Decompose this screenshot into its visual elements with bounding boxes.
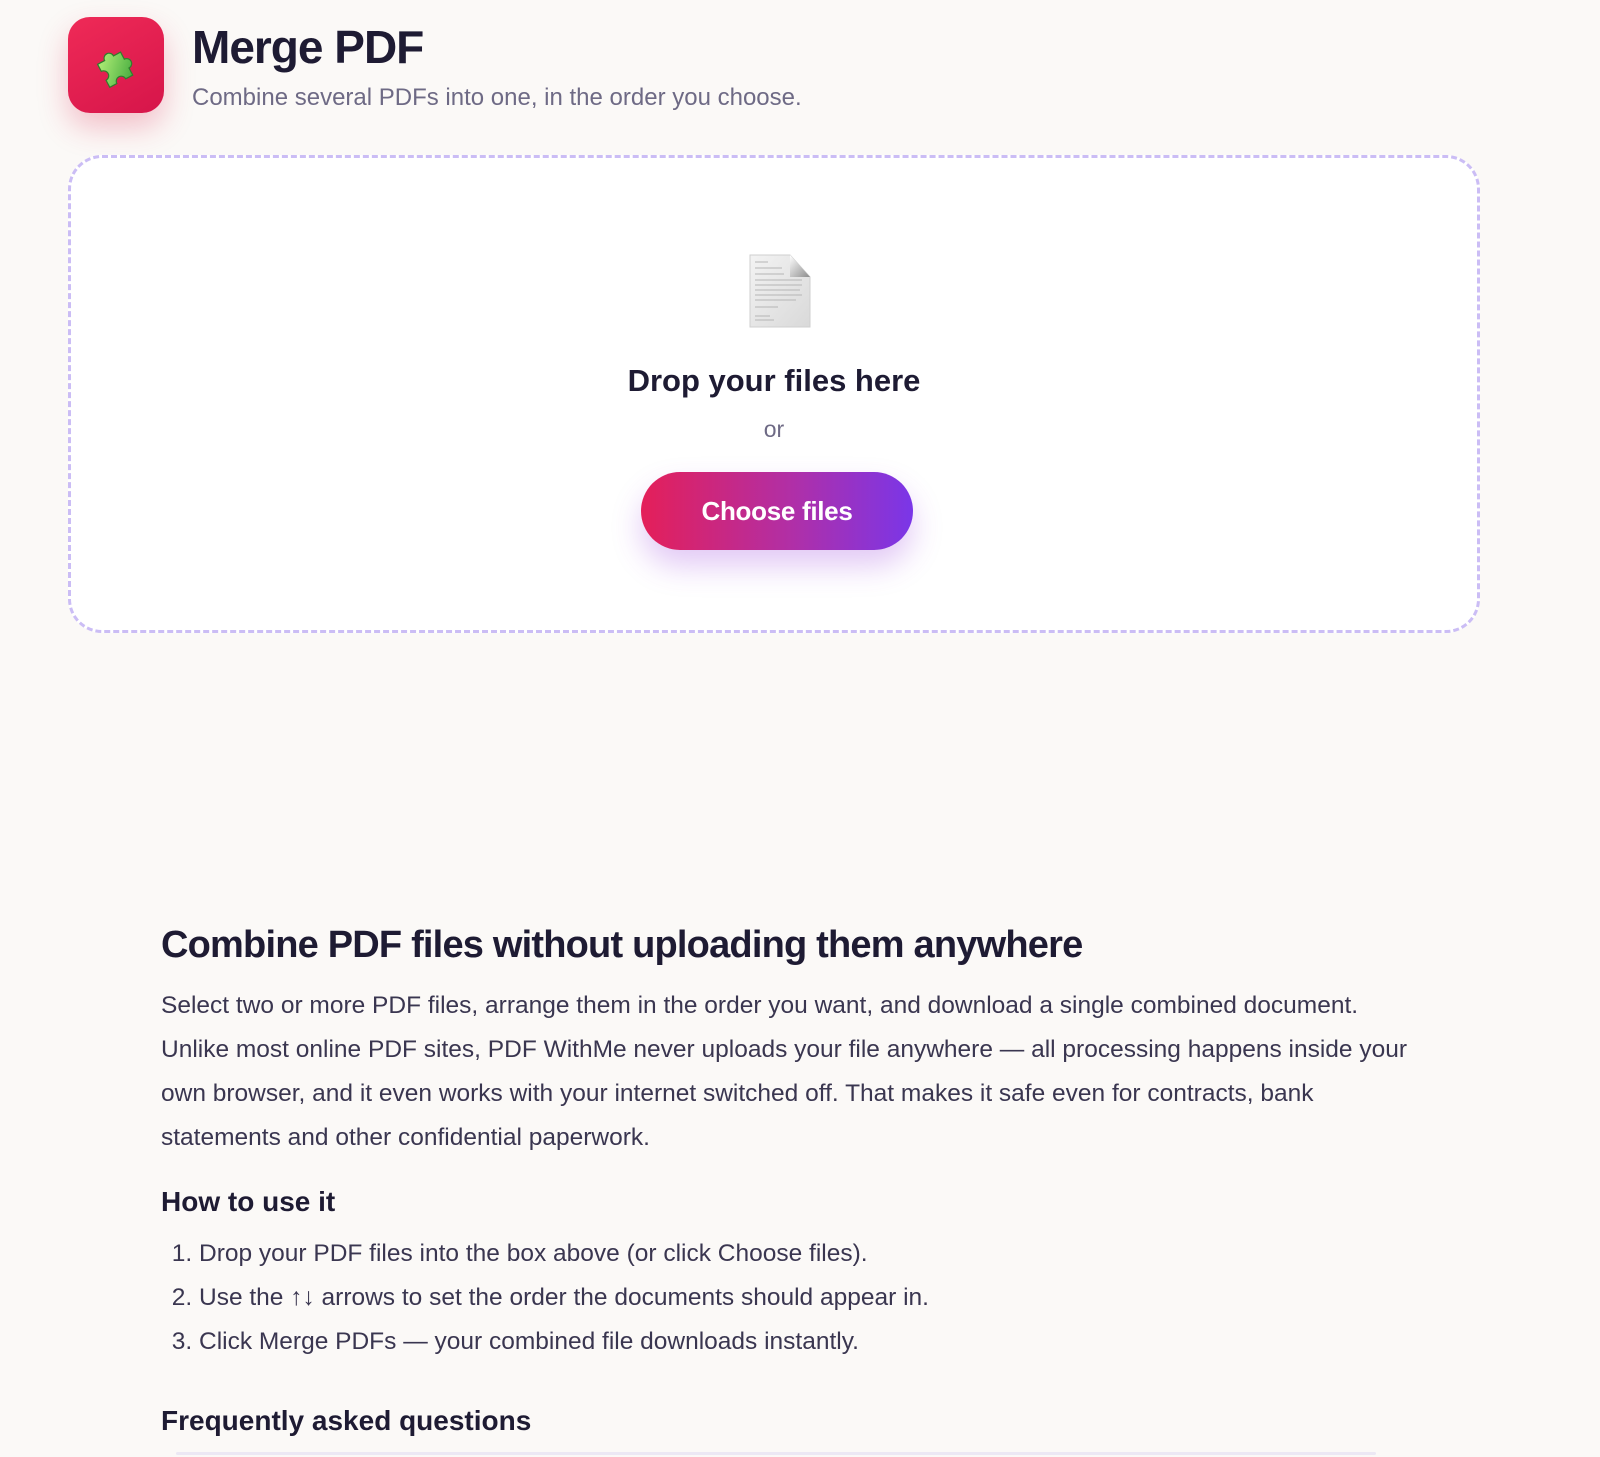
file-drop-zone[interactable]: Drop your files here or Choose files bbox=[68, 155, 1480, 633]
page-header: Merge PDF Combine several PDFs into one,… bbox=[68, 17, 1468, 113]
drop-zone-or-text: or bbox=[763, 416, 785, 442]
drop-zone-title: Drop your files here bbox=[627, 363, 921, 398]
info-heading: Combine PDF files without uploading them… bbox=[161, 924, 1083, 966]
faq-heading: Frequently asked questions bbox=[161, 1405, 532, 1436]
choose-files-button[interactable]: Choose files bbox=[641, 472, 913, 550]
how-to-steps: Drop your PDF files into the box above (… bbox=[161, 1232, 1411, 1364]
info-section: Combine PDF files without uploading them… bbox=[161, 920, 1411, 1364]
faq-item-border bbox=[176, 1452, 1376, 1455]
info-paragraph: Select two or more PDF files, arrange th… bbox=[161, 992, 1407, 1151]
how-to-step: Use the ↑↓ arrows to set the order the d… bbox=[199, 1276, 1411, 1320]
page-title: Merge PDF bbox=[192, 21, 424, 73]
document-icon bbox=[749, 254, 811, 328]
how-to-step: Click Merge PDFs — your combined file do… bbox=[199, 1320, 1411, 1364]
how-to-step: Drop your PDF files into the box above (… bbox=[199, 1232, 1411, 1276]
how-to-heading: How to use it bbox=[161, 1186, 336, 1217]
merge-pdf-app-icon bbox=[68, 17, 164, 113]
page-subtitle: Combine several PDFs into one, in the or… bbox=[192, 84, 802, 111]
puzzle-piece-icon bbox=[96, 51, 134, 89]
